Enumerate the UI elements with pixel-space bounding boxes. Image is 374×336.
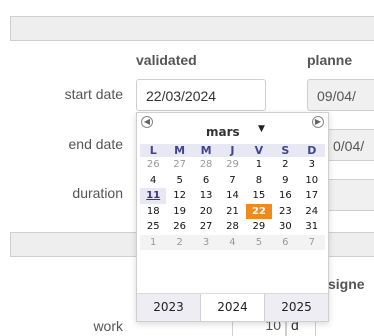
calendar-day[interactable]: 3 — [192, 234, 220, 250]
calendar-day[interactable]: 10 — [299, 173, 325, 189]
weekday-header: J — [219, 144, 246, 157]
weekday-header-row: LMMJVSD — [140, 144, 325, 157]
calendar-day[interactable]: 14 — [219, 188, 245, 204]
calendar-day[interactable]: 18 — [140, 204, 166, 220]
calendar-day[interactable]: 1 — [140, 234, 167, 250]
calendar-day[interactable]: 6 — [272, 234, 299, 250]
column-header-validated: validated — [136, 52, 197, 68]
calendar-week-row: 1234567 — [140, 234, 325, 250]
calendar-day[interactable]: 16 — [272, 188, 298, 204]
weekday-header: M — [166, 144, 193, 157]
weekday-header: V — [245, 144, 273, 157]
calendar-day[interactable]: 31 — [299, 219, 325, 235]
calendar-day[interactable]: 29 — [219, 157, 245, 173]
calendar-day[interactable]: 7 — [298, 234, 325, 250]
section-header-bar — [10, 16, 374, 41]
datepicker-popup: ◀ ▶ mars ▼ LMMJVSD 26 27 28 29 1 2 3 4 5 6 7 8 9 10 11… — [136, 112, 329, 322]
duration-label: duration — [72, 185, 123, 201]
weekday-header: D — [298, 144, 325, 157]
calendar-day[interactable]: 26 — [166, 219, 192, 235]
calendar-day[interactable]: 26 — [140, 157, 166, 173]
year-selector: 2023 2024 2025 — [137, 293, 328, 321]
calendar-day[interactable]: 27 — [193, 219, 219, 235]
calendar-day[interactable]: 4 — [219, 234, 246, 250]
calendar-day[interactable]: 25 — [140, 219, 166, 235]
column-header-assigned: signe — [328, 276, 365, 292]
caret-down-icon[interactable]: ▼ — [258, 124, 265, 134]
start-date-validated-input[interactable]: 22/03/2024 — [136, 79, 266, 111]
calendar-day[interactable]: 3 — [299, 157, 325, 173]
calendar-day[interactable]: 28 — [219, 219, 245, 235]
calendar-grid: LMMJVSD 26 27 28 29 1 2 3 4 5 6 7 8 9 10 11 12 13 14 15 16 1… — [140, 144, 325, 250]
start-date-label: start date — [64, 86, 123, 102]
calendar-day[interactable]: 4 — [140, 173, 166, 189]
calendar-week-row: 11 12 13 14 15 16 17 — [140, 188, 325, 204]
calendar-day[interactable]: 19 — [166, 204, 192, 220]
column-header-planned: planne — [307, 52, 353, 68]
calendar-day-selected[interactable]: 22 — [245, 203, 273, 219]
calendar-week-row: 4 5 6 7 8 9 10 — [140, 173, 325, 189]
calendar-day[interactable]: 8 — [246, 173, 272, 189]
calendar-day[interactable]: 1 — [246, 157, 272, 173]
end-date-label: end date — [68, 136, 124, 152]
calendar-day[interactable]: 12 — [166, 188, 192, 204]
calendar-day[interactable]: 5 — [166, 173, 192, 189]
circle-arrow-left-icon[interactable]: ◀ — [141, 116, 153, 128]
calendar-day[interactable]: 23 — [272, 204, 298, 220]
calendar-day[interactable]: 29 — [246, 219, 272, 235]
calendar-day-today[interactable]: 11 — [140, 188, 167, 204]
calendar-day[interactable]: 27 — [166, 157, 192, 173]
calendar-day[interactable]: 24 — [299, 204, 325, 220]
calendar-week-row: 18 19 20 21 22 23 24 — [140, 203, 325, 220]
month-select[interactable]: mars — [206, 125, 240, 139]
start-date-planned-input[interactable]: 09/04/ — [307, 79, 374, 111]
calendar-day[interactable]: 15 — [246, 188, 272, 204]
calendar-week-row: 25 26 27 28 29 30 31 — [140, 219, 325, 235]
calendar-day[interactable]: 6 — [193, 173, 219, 189]
calendar-day[interactable]: 17 — [299, 188, 325, 204]
weekday-header: M — [192, 144, 220, 157]
calendar-day[interactable]: 28 — [193, 157, 219, 173]
weekday-header: S — [272, 144, 299, 157]
year-option[interactable]: 2025 — [265, 294, 328, 321]
work-label: work — [93, 318, 123, 334]
weekday-header: L — [140, 144, 167, 157]
calendar-day[interactable]: 9 — [272, 173, 298, 189]
calendar-week-row: 26 27 28 29 1 2 3 — [140, 157, 325, 173]
calendar-day[interactable]: 30 — [272, 219, 298, 235]
calendar-day[interactable]: 7 — [219, 173, 245, 189]
year-option[interactable]: 2024 — [200, 294, 265, 321]
circle-arrow-right-icon[interactable]: ▶ — [312, 116, 324, 128]
calendar-day[interactable]: 20 — [193, 204, 219, 220]
calendar-day[interactable]: 21 — [219, 204, 245, 220]
calendar-day[interactable]: 2 — [166, 234, 193, 250]
calendar-day[interactable]: 2 — [272, 157, 298, 173]
calendar-day[interactable]: 13 — [193, 188, 219, 204]
calendar-day[interactable]: 5 — [245, 234, 273, 250]
year-option[interactable]: 2023 — [137, 294, 200, 321]
